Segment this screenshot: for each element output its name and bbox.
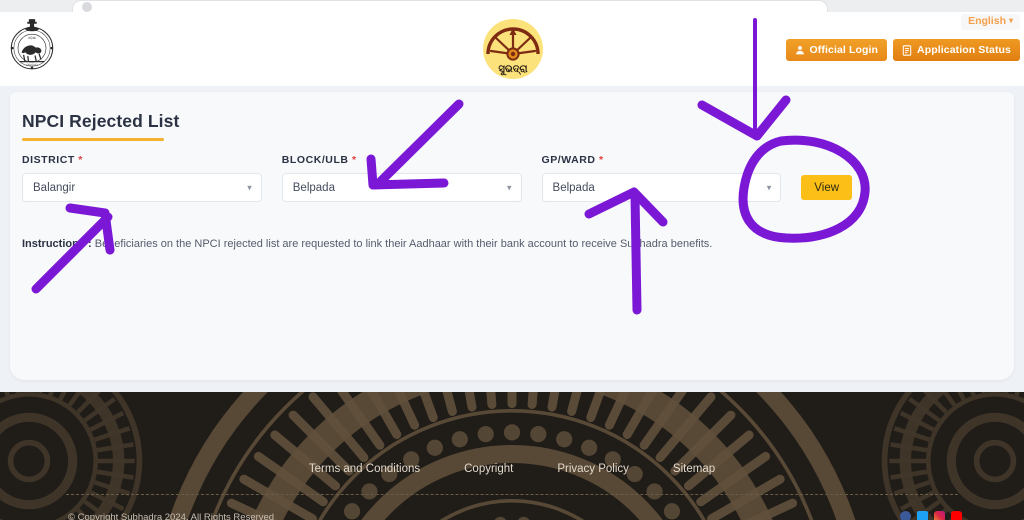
footer-link-copyright[interactable]: Copyright [464,463,513,475]
instructions-text: Instructions : Beneficiaries on the NPCI… [22,238,712,250]
gp-ward-selected-value: Belpada [552,181,595,194]
browser-chrome [0,0,1024,12]
document-icon [902,44,912,56]
footer-nav: Terms and Conditions Copyright Privacy P… [0,463,1024,475]
browser-tab[interactable] [72,0,828,12]
site-footer: Terms and Conditions Copyright Privacy P… [0,392,1024,520]
instructions-body: Beneficiaries on the NPCI rejected list … [91,238,713,250]
official-login-label: Official Login [809,44,879,56]
user-icon [795,45,805,55]
official-login-button[interactable]: Official Login [785,39,888,61]
gp-ward-label: GP/WARD * [542,154,782,166]
header-actions: Official Login Application Status [785,39,1020,61]
district-select[interactable]: Balangir ▾ [22,173,262,202]
subhadra-logo[interactable]: ସୁଭଦ୍ରା [482,18,544,80]
chevron-down-icon: ▾ [247,182,252,192]
site-header: ଓଡ଼ିଶା ସରକାର ସୁଭଦ୍ରା English ▾ Official … [0,12,1024,86]
social-links [900,511,962,520]
district-label-text: DISTRICT [22,154,75,166]
instructions-prefix: Instructions : [22,238,92,250]
instagram-icon[interactable] [934,511,945,520]
mandala-pattern-right [881,392,1024,520]
mandala-pattern-left [0,392,143,520]
svg-text:ସୁଭଦ୍ରା: ସୁଭଦ୍ରା [498,64,527,76]
district-selected-value: Balangir [33,181,76,194]
mandala-pattern [168,392,856,520]
block-ulb-select[interactable]: Belpada ▾ [281,173,522,202]
gp-ward-select[interactable]: Belpada ▾ [541,173,782,202]
npci-rejected-list-card: NPCI Rejected List DISTRICT * Balangir ▾ [10,92,1014,380]
footer-link-sitemap[interactable]: Sitemap [673,463,715,475]
footer-divider [66,494,958,495]
filter-form: DISTRICT * Balangir ▾ BLOCK/ULB * Belpad… [22,154,853,202]
view-button[interactable]: View [801,175,853,200]
block-ulb-label: BLOCK/ULB * [282,154,522,166]
page-root: ଓଡ଼ିଶା ସରକାର ସୁଭଦ୍ରା English ▾ Official … [0,0,1024,520]
main-content: NPCI Rejected List DISTRICT * Balangir ▾ [0,86,1024,392]
footer-link-privacy[interactable]: Privacy Policy [557,463,629,475]
twitter-icon[interactable] [917,511,928,520]
district-label: DISTRICT * [22,154,262,166]
svg-text:ଓଡ଼ିଶା: ଓଡ଼ିଶା [28,36,36,40]
language-label: English [968,15,1006,27]
block-ulb-selected-value: Belpada [292,181,335,194]
tab-favicon [82,2,92,12]
application-status-label: Application Status [917,44,1011,56]
gp-ward-label-text: GP/WARD [541,154,596,166]
chevron-down-icon: ▾ [507,182,512,192]
language-selector[interactable]: English ▾ [961,14,1020,30]
block-ulb-label-text: BLOCK/ULB [281,154,349,166]
chevron-down-icon: ▾ [766,182,772,192]
facebook-icon[interactable] [900,511,911,520]
page-title: NPCI Rejected List [22,111,180,131]
footer-link-terms[interactable]: Terms and Conditions [309,463,420,475]
gp-ward-field-group: GP/WARD * Belpada ▾ [541,154,782,202]
block-ulb-field-group: BLOCK/ULB * Belpada ▾ [281,154,522,202]
block-ulb-required-marker: * [352,154,357,166]
district-required-marker: * [78,154,83,166]
title-underline [22,138,164,141]
youtube-icon[interactable] [951,511,962,520]
svg-text:ସରକାର: ସରକାର [26,63,38,67]
footer-copyright: © Copyright Subhadra 2024, All Rights Re… [68,512,275,520]
chevron-down-icon: ▾ [1008,16,1013,26]
application-status-button[interactable]: Application Status [893,39,1020,61]
gp-ward-required-marker: * [599,154,604,166]
district-field-group: DISTRICT * Balangir ▾ [22,154,262,202]
odisha-government-emblem: ଓଡ଼ିଶା ସରକାର [6,16,58,72]
